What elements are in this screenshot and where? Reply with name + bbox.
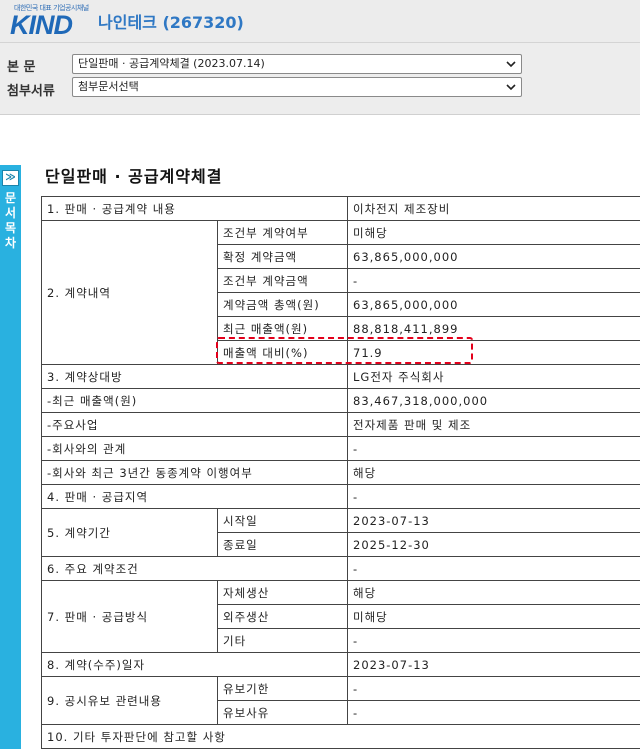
toc-sidebar-tab[interactable]: ≫ 문서목차 bbox=[0, 165, 21, 749]
table-row: 10. 기타 투자판단에 참고할 사항 bbox=[40, 724, 640, 749]
sub-label: 외주생산 bbox=[216, 604, 349, 629]
row-value: - bbox=[347, 268, 640, 293]
sub-label: 유보기한 bbox=[216, 676, 349, 701]
row-label: 3. 계약상대방 bbox=[40, 364, 349, 389]
sub-label: 계약금액 총액(원) bbox=[216, 292, 349, 317]
row-value: - bbox=[347, 484, 640, 509]
table-row: -최근 매출액(원) 83,467,318,000,000 bbox=[40, 388, 640, 413]
logo-wordmark: KIND bbox=[10, 10, 73, 40]
main-doc-label: 본 문 bbox=[7, 60, 36, 75]
row-label: 5. 계약기간 bbox=[41, 508, 218, 557]
row-value: LG전자 주식회사 bbox=[347, 364, 640, 389]
table-row: -회사와 최근 3년간 동종계약 이행여부 해당 bbox=[40, 460, 640, 485]
sub-label: 시작일 bbox=[216, 508, 349, 533]
row-label: 9. 공시유보 관련내용 bbox=[41, 676, 218, 725]
main-doc-select[interactable]: 단일판매 · 공급계약체결 (2023.07.14) bbox=[72, 54, 522, 74]
table-row: 6. 주요 계약조건 - bbox=[40, 556, 640, 581]
attach-select[interactable]: 첨부문서선택 bbox=[72, 77, 522, 97]
row-value: - bbox=[347, 556, 640, 581]
chevron-down-icon bbox=[506, 84, 516, 91]
company-title: 나인테크 (267320) bbox=[98, 13, 244, 32]
row-label: 1. 판매 · 공급계약 내용 bbox=[40, 196, 349, 221]
row-label: -회사와 최근 3년간 동종계약 이행여부 bbox=[40, 460, 349, 485]
sub-label: 자체생산 bbox=[216, 580, 349, 605]
sales-ratio-highlight bbox=[216, 337, 473, 364]
table-row: 4. 판매 · 공급지역 - bbox=[40, 484, 640, 509]
expand-toc-button[interactable]: ≫ bbox=[2, 170, 19, 186]
row-value: 2025-12-30 bbox=[347, 532, 640, 557]
row-label: 2. 계약내역 bbox=[41, 220, 218, 365]
sub-label: 유보사유 bbox=[216, 700, 349, 725]
row-value: 해당 bbox=[347, 580, 640, 605]
row-label: 10. 기타 투자판단에 참고할 사항 bbox=[40, 724, 640, 749]
row-value: 83,467,318,000,000 bbox=[347, 388, 640, 413]
attach-label: 첨부서류 bbox=[7, 84, 55, 99]
table-row: 3. 계약상대방 LG전자 주식회사 bbox=[40, 364, 640, 389]
row-value: 미해당 bbox=[347, 220, 640, 245]
toc-label: 문서목차 bbox=[4, 191, 17, 250]
document-select-panel: 본 문 단일판매 · 공급계약체결 (2023.07.14) 첨부서류 첨부문서… bbox=[0, 42, 640, 115]
sub-label: 조건부 계약여부 bbox=[216, 220, 349, 245]
row-label: 6. 주요 계약조건 bbox=[40, 556, 349, 581]
document-title: 단일판매 · 공급계약체결 bbox=[45, 167, 223, 186]
table-row: 8. 계약(수주)일자 2023-07-13 bbox=[40, 652, 640, 677]
table-row: 7. 판매 · 공급방식 자체생산 해당 bbox=[41, 580, 640, 653]
main-doc-select-value: 단일판매 · 공급계약체결 (2023.07.14) bbox=[78, 57, 265, 70]
row-label: -주요사업 bbox=[40, 412, 349, 437]
row-value: 2023-07-13 bbox=[347, 508, 640, 533]
row-value: 전자제품 판매 및 제조 bbox=[347, 412, 640, 437]
table-row: 2. 계약내역 조건부 계약여부 미해당 bbox=[41, 220, 640, 365]
row-value: 63,865,000,000 bbox=[347, 292, 640, 317]
row-value: - bbox=[347, 628, 640, 653]
chevron-down-icon bbox=[506, 61, 516, 68]
sub-label: 기타 bbox=[216, 628, 349, 653]
row-value: - bbox=[347, 436, 640, 461]
row-value: 해당 bbox=[347, 460, 640, 485]
table-row: 1. 판매 · 공급계약 내용 이차전지 제조장비 bbox=[40, 196, 640, 221]
row-label: 7. 판매 · 공급방식 bbox=[41, 580, 218, 653]
kind-logo[interactable]: 대한민국 대표 기업공시채널 KIND bbox=[8, 3, 89, 40]
row-label: 4. 판매 · 공급지역 bbox=[40, 484, 349, 509]
row-label: -회사와의 관계 bbox=[40, 436, 349, 461]
row-label: 8. 계약(수주)일자 bbox=[40, 652, 349, 677]
row-value: - bbox=[347, 676, 640, 701]
sub-label: 확정 계약금액 bbox=[216, 244, 349, 269]
row-value: 2023-07-13 bbox=[347, 652, 640, 677]
header-bar: 대한민국 대표 기업공시채널 KIND 나인테크 (267320) bbox=[0, 0, 640, 42]
attach-select-value: 첨부문서선택 bbox=[78, 80, 139, 93]
table-row: -주요사업 전자제품 판매 및 제조 bbox=[40, 412, 640, 437]
table-row: 9. 공시유보 관련내용 유보기한 - bbox=[41, 676, 640, 725]
table-row: -회사와의 관계 - bbox=[40, 436, 640, 461]
row-value: 63,865,000,000 bbox=[347, 244, 640, 269]
row-value: 미해당 bbox=[347, 604, 640, 629]
row-label: -최근 매출액(원) bbox=[40, 388, 349, 413]
row-value: - bbox=[347, 700, 640, 725]
disclosure-table: 1. 판매 · 공급계약 내용 이차전지 제조장비 2. 계약내역 조건부 계약… bbox=[40, 196, 640, 749]
table-row: 5. 계약기간 시작일 2023-07-13 bbox=[41, 508, 640, 557]
sub-label: 조건부 계약금액 bbox=[216, 268, 349, 293]
row-value: 이차전지 제조장비 bbox=[347, 196, 640, 221]
sub-label: 종료일 bbox=[216, 532, 349, 557]
